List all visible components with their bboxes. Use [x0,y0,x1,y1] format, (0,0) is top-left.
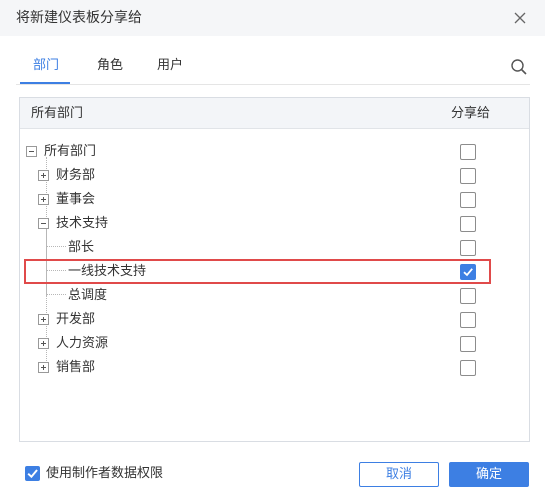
tree-item-label[interactable]: 销售部 [56,359,95,376]
share-checkbox[interactable] [460,240,476,256]
collapse-toggle-icon[interactable] [38,218,49,229]
share-checkbox[interactable] [460,144,476,160]
tree-item-label[interactable]: 开发部 [56,311,95,328]
share-checkbox[interactable] [460,336,476,352]
tree-item-label[interactable]: 人力资源 [56,335,108,352]
ok-button[interactable]: 确定 [449,462,529,487]
share-checkbox[interactable] [460,192,476,208]
tree-item-label[interactable]: 一线技术支持 [68,263,146,280]
tree-row: 所有部门 [20,140,529,164]
share-checkbox[interactable] [460,288,476,304]
cancel-button[interactable]: 取消 [359,462,439,487]
expand-toggle-icon[interactable] [38,170,49,181]
collapse-toggle-icon[interactable] [26,146,37,157]
tabs-divider [16,84,530,85]
tree-item-label[interactable]: 董事会 [56,191,95,208]
use-creator-permission-label[interactable]: 使用制作者数据权限 [46,465,163,482]
active-tab-indicator [20,82,70,84]
table-header: 所有部门 分享给 [20,98,529,129]
expand-toggle-icon[interactable] [38,362,49,373]
tab-users[interactable]: 用户 [157,58,183,74]
tree-row: 财务部 [20,164,529,188]
tree-row: 董事会 [20,188,529,212]
share-checkbox[interactable] [460,360,476,376]
expand-toggle-icon[interactable] [38,314,49,325]
tree-item-label[interactable]: 总调度 [68,287,107,304]
share-checkbox[interactable] [460,312,476,328]
use-creator-permission-checkbox[interactable] [25,466,40,481]
tree-row: 人力资源 [20,332,529,356]
tree-item-label[interactable]: 所有部门 [44,143,96,160]
tree-row: 技术支持 [20,212,529,236]
checkmark-icon [27,469,38,479]
checkmark-icon [463,268,473,277]
tree-item-label[interactable]: 技术支持 [56,215,108,232]
column-header-department: 所有部门 [31,106,84,121]
expand-toggle-icon[interactable] [38,194,49,205]
tree-row: 开发部 [20,308,529,332]
share-checkbox[interactable] [460,168,476,184]
tree-row: 部长 [20,236,529,260]
tree-item-label[interactable]: 部长 [68,239,94,256]
close-icon[interactable] [512,10,528,26]
share-checkbox[interactable] [460,216,476,232]
tab-bar [0,36,545,86]
department-tree-panel: 所有部门 分享给 所有部门 财务部 董事会 技术支持 部长 一线技术支持 总调度… [19,97,530,442]
dialog-title: 将新建仪表板分享给 [16,10,142,26]
tree-item-label[interactable]: 财务部 [56,167,95,184]
tree-row: 一线技术支持 [20,260,529,284]
column-header-share: 分享给 [451,106,491,121]
tab-roles[interactable]: 角色 [97,58,123,74]
dialog-header: 将新建仪表板分享给 [0,0,545,36]
share-checkbox[interactable] [460,264,476,280]
search-icon[interactable] [510,58,528,76]
tree-row: 总调度 [20,284,529,308]
tree-row: 销售部 [20,356,529,380]
expand-toggle-icon[interactable] [38,338,49,349]
tab-departments[interactable]: 部门 [33,58,59,74]
